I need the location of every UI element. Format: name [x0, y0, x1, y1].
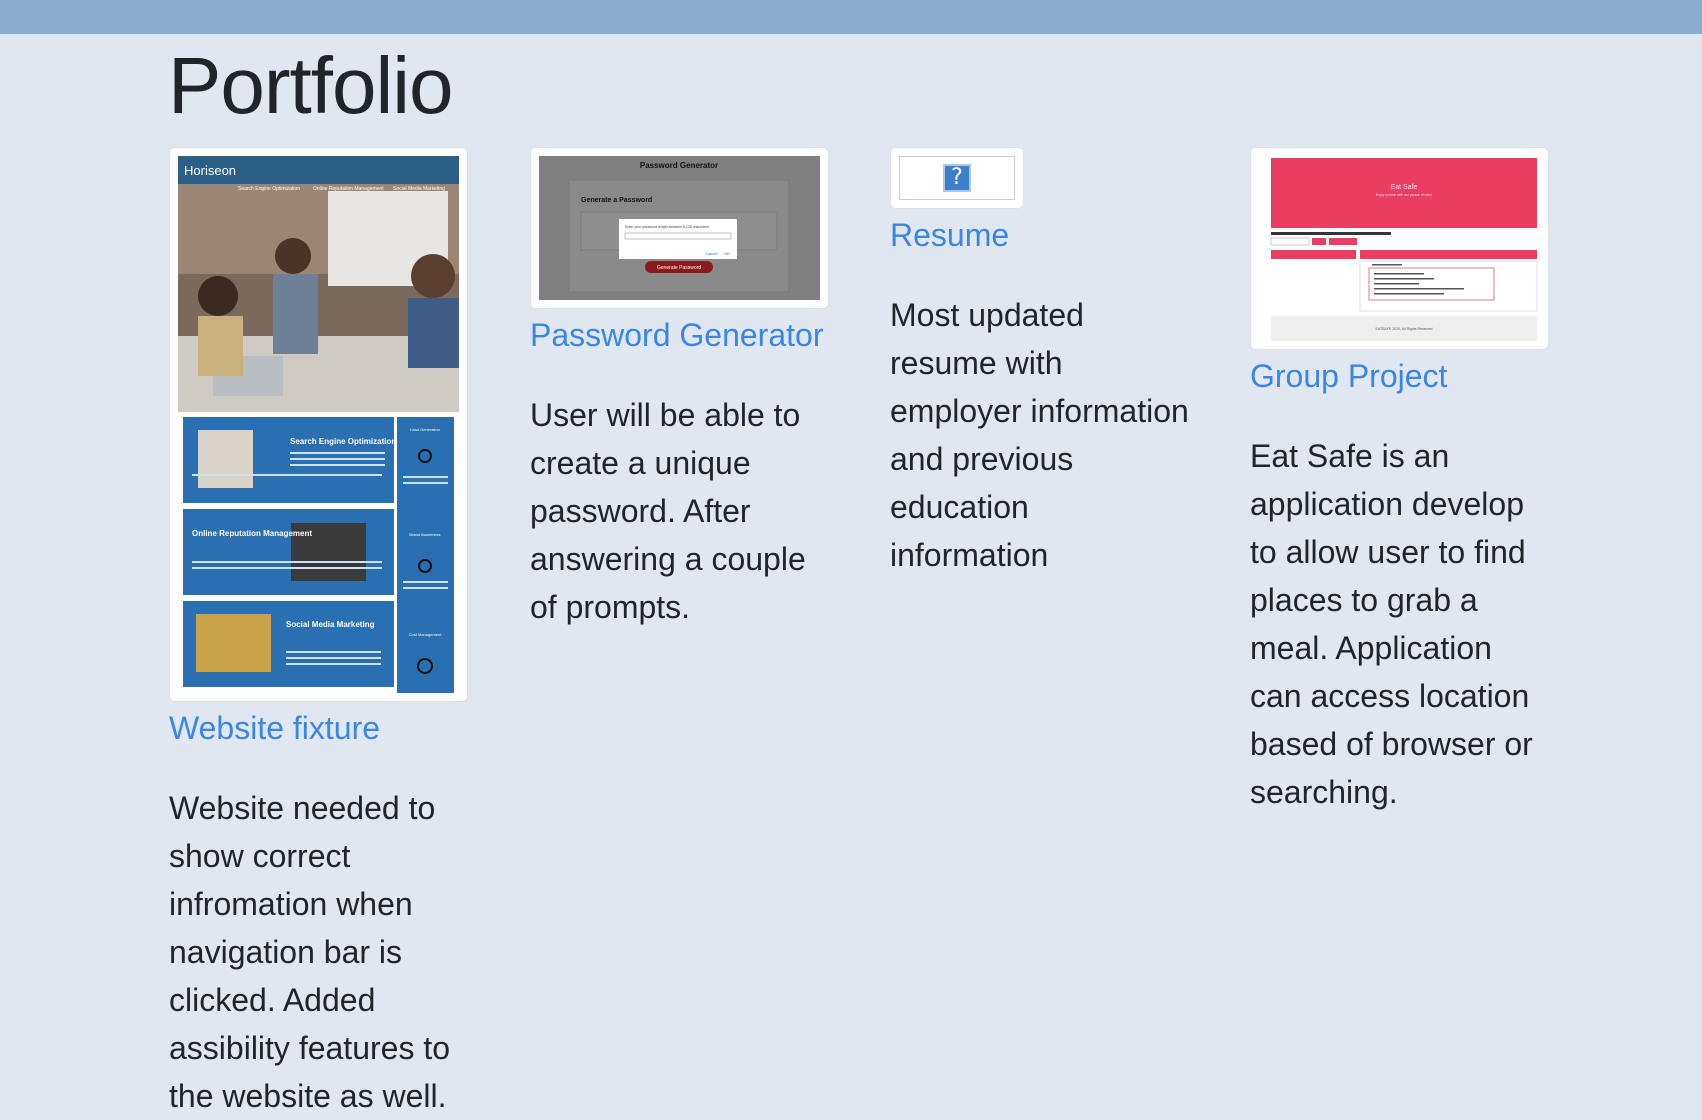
thumb-heading: Generate a Password — [581, 197, 652, 204]
thumb-section-1: Search Engine Optimization — [290, 437, 396, 446]
project-thumbnail[interactable]: Password Generator Generate a Password E… — [530, 147, 829, 309]
thumb-footer: EATSAFE 2020, All Rights Reserved — [1376, 327, 1433, 331]
project-description: User will be able to create a unique pas… — [530, 397, 806, 625]
top-bar — [0, 0, 1702, 34]
eat-safe-screenshot: Eat Safe Enjoy a meal with our peace of … — [1259, 156, 1540, 341]
page-title: Portfolio — [168, 41, 453, 130]
thumb-title: Eat Safe — [1391, 184, 1418, 191]
thumb-side-1: Lead Generation — [410, 427, 440, 432]
horiseon-screenshot: Horiseon Search Engine Optimization Onli… — [178, 156, 459, 693]
thumb-section-3: Social Media Marketing — [286, 620, 375, 629]
broken-image-icon: ? — [943, 164, 971, 192]
project-link-website-fixture[interactable]: Website fixture — [169, 708, 469, 748]
thumb-nav-1: Search Engine Optimization — [238, 186, 300, 192]
thumb-title: Password Generator — [640, 161, 718, 170]
project-card-resume: ? Resume Most updated resume with employ… — [890, 147, 1190, 579]
project-card-password-generator: Password Generator Generate a Password E… — [530, 147, 830, 631]
project-description: Eat Safe is an application develop to al… — [1250, 438, 1533, 810]
project-description: Website needed to show correct infromati… — [169, 790, 451, 1114]
password-generator-screenshot: Password Generator Generate a Password E… — [539, 156, 820, 300]
thumb-side-2: Brand Awareness — [409, 532, 440, 537]
project-thumbnail[interactable]: ? — [890, 147, 1024, 209]
thumb-nav-3: Social Media Marketing — [393, 186, 445, 192]
project-link-resume[interactable]: Resume — [890, 215, 1190, 255]
thumb-nav-2: Online Reputation Management — [313, 186, 384, 192]
project-link-group-project[interactable]: Group Project — [1250, 356, 1550, 396]
thumb-cancel: Cancel — [705, 251, 718, 256]
thumb-generate-button: Generate Password — [657, 265, 701, 271]
project-description: Most updated resume with employer inform… — [890, 297, 1189, 573]
thumb-section-2: Online Reputation Management — [192, 529, 312, 538]
project-link-password-generator[interactable]: Password Generator — [530, 315, 830, 355]
project-card-group-project: Eat Safe Enjoy a meal with our peace of … — [1250, 147, 1550, 816]
thumb-side-3: Cost Management — [409, 632, 443, 637]
thumb-brand: Horiseon — [184, 163, 236, 178]
thumb-dialog-text: Enter your password length between 8-128… — [625, 225, 709, 229]
project-thumbnail[interactable]: Eat Safe Enjoy a meal with our peace of … — [1250, 147, 1549, 350]
broken-image-frame: ? — [899, 156, 1015, 200]
project-thumbnail[interactable]: Horiseon Search Engine Optimization Onli… — [169, 147, 468, 702]
thumb-subtitle: Enjoy a meal with our peace of mind — [1376, 193, 1432, 197]
thumb-ok: OK — [724, 251, 730, 256]
project-card-website-fixture: Horiseon Search Engine Optimization Onli… — [169, 147, 469, 1120]
